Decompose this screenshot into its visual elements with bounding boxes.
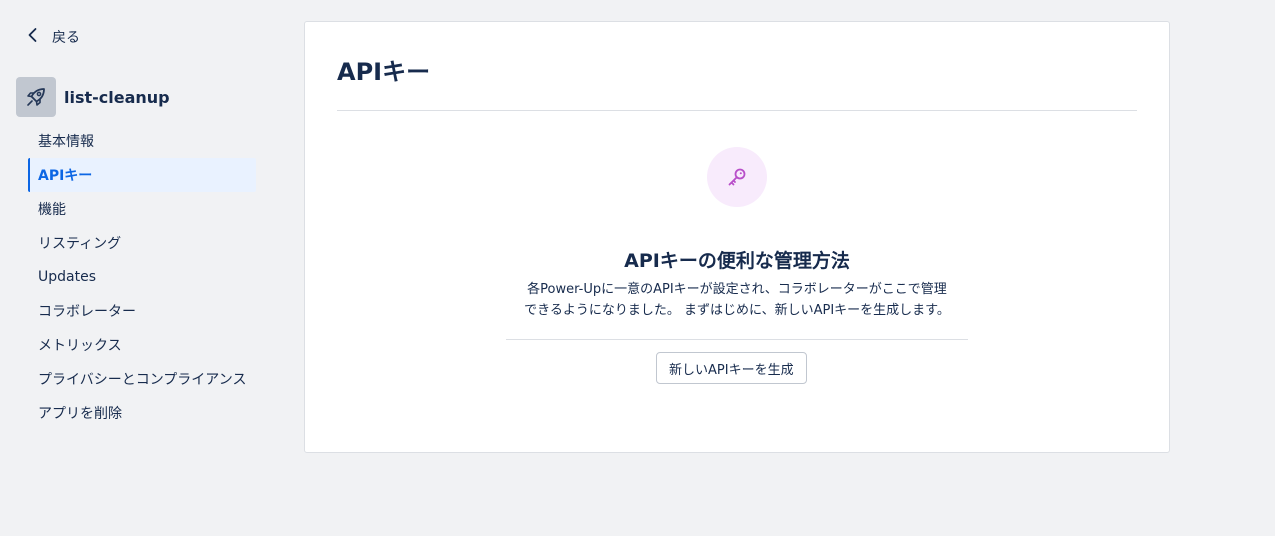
main-card: APIキー APIキーの便利な管理方法 各Power-Upに一意のAPIキーが設… [304, 21, 1170, 453]
app-name: list-cleanup [64, 87, 170, 107]
sidebar: 戻る list-cleanup 基本情報 APIキー 機能 リスティング Upd… [0, 0, 280, 536]
page-title: APIキー [337, 58, 431, 86]
key-icon [707, 147, 767, 207]
empty-state-description-line: できるようになりました。 まずはじめに、新しいAPIキーを生成します。 [524, 303, 950, 318]
empty-state-description-line: 各Power-Upに一意のAPIキーが設定され、コラボレーターがここで管理 [527, 282, 947, 297]
rocket-icon [16, 77, 56, 117]
sidebar-item-updates[interactable]: Updates [28, 260, 256, 294]
sidebar-item-metrics[interactable]: メトリックス [28, 328, 256, 362]
app-header: list-cleanup [16, 77, 170, 117]
sidebar-item-label: アプリを削除 [38, 406, 122, 422]
sidebar-nav: 基本情報 APIキー 機能 リスティング Updates コラボレーター メトリ… [28, 124, 256, 430]
sidebar-item-label: リスティング [38, 236, 122, 252]
sidebar-item-delete-app[interactable]: アプリを削除 [28, 396, 256, 430]
sidebar-item-basic-info[interactable]: 基本情報 [28, 124, 256, 158]
sidebar-item-collaborators[interactable]: コラボレーター [28, 294, 256, 328]
sidebar-item-privacy-compliance[interactable]: プライバシーとコンプライアンス [28, 362, 256, 396]
back-link[interactable]: 戻る [24, 24, 80, 50]
sidebar-item-features[interactable]: 機能 [28, 192, 256, 226]
sidebar-item-label: 基本情報 [38, 134, 94, 150]
sidebar-item-listing[interactable]: リスティング [28, 226, 256, 260]
empty-state-title: APIキーの便利な管理方法 [624, 250, 850, 272]
sidebar-item-label: プライバシーとコンプライアンス [38, 372, 247, 388]
back-label: 戻る [52, 30, 80, 46]
sidebar-item-label: APIキー [38, 168, 93, 184]
chevron-left-icon [24, 26, 42, 48]
sidebar-item-api-key[interactable]: APIキー [28, 158, 256, 192]
sidebar-item-label: メトリックス [38, 338, 122, 354]
empty-state-divider [506, 339, 968, 340]
title-divider [337, 110, 1137, 111]
sidebar-item-label: Updates [38, 269, 96, 285]
generate-api-key-button[interactable]: 新しいAPIキーを生成 [656, 352, 807, 384]
sidebar-item-label: 機能 [38, 202, 66, 218]
sidebar-item-label: コラボレーター [38, 304, 136, 320]
empty-state-description: 各Power-Upに一意のAPIキーが設定され、コラボレーターがここで管理 でき… [500, 279, 974, 321]
